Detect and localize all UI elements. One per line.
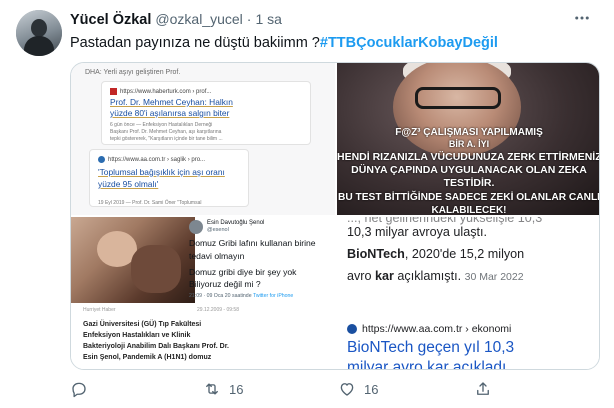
hashtag-link[interactable]: #TTBÇocuklarKobayDeğil: [320, 35, 498, 51]
display-name[interactable]: Yücel Özkal: [70, 12, 151, 28]
news-text-line: ..., net gelirlerindeki yükselişle 10,3: [347, 217, 543, 225]
site-favicon-icon: [347, 324, 357, 335]
news-text-line: 10,3 milyar avroya ulaştı.: [347, 225, 487, 239]
poster-text: KALABILECEK!: [431, 205, 507, 215]
news-headline-link: BioNTech geçen yıl 10,3: [347, 339, 515, 356]
result-title-text: yüzde 80'i aşılanırsa salgın biter: [110, 108, 230, 118]
like-count: 16: [364, 381, 379, 397]
result-url-text: https://www.haberturk.com › prof...: [120, 89, 212, 96]
clipping-source: Hurriyet Haber: [83, 307, 116, 313]
search-result-card: https://www.haberturk.com › prof... Prof…: [101, 81, 311, 145]
result-snippet: Başkanı Prof. Dr. Mehmet Ceyhan, aşı kar…: [110, 129, 222, 135]
news-bold-text: kar: [375, 269, 394, 283]
embedded-meta-link: Twitter for iPhone: [252, 293, 294, 299]
news-bold-text: BioNTech: [347, 247, 405, 261]
news-text: , 2020'de 15,2 milyon: [404, 247, 525, 261]
embedded-tweet-line: Biliyoruz değil mi ?: [189, 279, 261, 289]
media-image-3[interactable]: Esin Davutoğlu Şenol @esenol Domuz Gribi…: [71, 217, 335, 369]
result-title-text: yüzde 95 olmalı': [98, 179, 159, 189]
avatar[interactable]: [16, 10, 62, 56]
clipping-date: 29.12.2009 - 09:58: [197, 307, 239, 313]
embedded-tweet: Esin Davutoğlu Şenol @esenol Domuz Gribi…: [175, 217, 335, 303]
poster-text: TESTİDİR.: [443, 177, 495, 189]
result-snippet: tepki göstererek, "Karşıtların içinde bi…: [110, 136, 223, 142]
embedded-meta: 21:09 · 09 Oca 20 saatinde Twitter for i…: [189, 293, 293, 299]
heart-icon: [340, 383, 354, 396]
retweet-button[interactable]: 16: [203, 378, 243, 400]
embedded-handle: @esenol: [207, 227, 229, 233]
poster-text: HENDİ RIZANIZLA VÜCUDUNUZA ZERK ETTİRMEN…: [337, 151, 600, 163]
reply-button[interactable]: [70, 378, 96, 400]
result-url: https://www.aa.com.tr › saglik › pro...: [98, 156, 205, 163]
like-button[interactable]: 16: [338, 378, 378, 400]
share-button[interactable]: [474, 378, 492, 400]
news-text: avro: [347, 269, 375, 283]
news-source-url: https://www.aa.com.tr › ekonomi: [362, 323, 512, 335]
embedded-display-name: Esin Davutoğlu Şenol: [207, 220, 265, 226]
tweet-actions: 16 16: [70, 378, 600, 400]
search-result-card: https://www.aa.com.tr › saglik › pro... …: [89, 149, 249, 207]
poster-glasses: [415, 87, 501, 109]
media-grid: DHA: Yerli aşıyı geliştiren Prof. https:…: [70, 62, 600, 370]
news-source: https://www.aa.com.tr › ekonomi: [347, 323, 511, 335]
media-image-2[interactable]: F@Z³ ÇALIŞMASI YAPILMAMIŞ BİR A. İYI HEN…: [337, 63, 600, 215]
embedded-tweet-line: tedavi olmayın: [189, 251, 245, 261]
news-text: açıklamıştı.: [393, 269, 462, 283]
clipping-line: Bakteriyoloji Anabilim Dalı Başkanı Prof…: [83, 343, 230, 350]
more-options-icon[interactable]: [570, 8, 594, 28]
poster-text: BİR A. İYI: [448, 139, 490, 149]
embedded-tweet-line: Domuz gribi diye bir şey yok: [189, 267, 297, 277]
result-url-text: https://www.aa.com.tr › saglik › pro...: [108, 157, 206, 164]
poster-text: BU TEST BİTTİĞİNDE SADECE ZEKİ OLANLAR C…: [337, 192, 600, 203]
image-caption: DHA: Yerli aşıyı geliştiren Prof.: [85, 69, 181, 76]
result-title-line: 'Toplumsal bağışıklık için aşı oranı: [98, 167, 225, 178]
retweet-icon: [206, 383, 218, 395]
separator-dot: ·: [246, 11, 252, 27]
tweet[interactable]: Yücel Özkal @ozkal_yucel · 1 sa Pastadan…: [0, 0, 614, 408]
tweet-text: Pastadan payınıza ne düştü bakiimm ?#TTB…: [70, 34, 498, 52]
share-icon: [477, 382, 489, 395]
reply-icon: [72, 382, 86, 398]
tweet-time[interactable]: 1 sa: [255, 11, 281, 27]
tweet-header: Yücel Özkal @ozkal_yucel · 1 sa: [70, 11, 282, 29]
tweet-text-body: Pastadan payınıza ne düştü bakiimm ?: [70, 35, 320, 51]
media-image-1[interactable]: DHA: Yerli aşıyı geliştiren Prof. https:…: [71, 63, 335, 215]
retweet-count: 16: [229, 381, 244, 397]
result-title-text: Prof. Dr. Mehmet Ceyhan: Halkın: [110, 97, 233, 107]
result-title-line: Prof. Dr. Mehmet Ceyhan: Halkın: [110, 97, 233, 108]
result-title-line: yüzde 95 olmalı': [98, 179, 158, 190]
clipping-line: Enfeksiyon Hastalıkları ve Klinik: [83, 332, 191, 339]
clipping-line: Esin Şenol, Pandemik A (H1N1) domuz: [83, 354, 212, 361]
result-title-line: yüzde 80'i aşılanırsa salgın biter: [110, 108, 229, 119]
media-image-4[interactable]: ..., net gelirlerindeki yükselişle 10,3 …: [337, 217, 599, 370]
poster-text: DÜNYA ÇAPINDA UYGULANACAK OLAN ZEKA: [351, 164, 587, 176]
result-snippet: 6 gün önce — Enfeksiyon Hastalıkları Der…: [110, 122, 213, 128]
poster-text: F@Z³ ÇALIŞMASI YAPILMAMIŞ: [395, 127, 543, 138]
site-favicon-icon: [98, 156, 105, 163]
news-text-line: avro kar açıklamıştı. 30 Mar 2022: [347, 269, 524, 283]
news-headline-link: milyar avro kar açıkladı: [347, 359, 507, 370]
news-date: 30 Mar 2022: [464, 271, 524, 283]
embedded-avatar: [189, 220, 203, 234]
site-favicon-icon: [110, 88, 117, 95]
news-text-line: BioNTech, 2020'de 15,2 milyon: [347, 247, 524, 261]
result-title-text: 'Toplumsal bağışıklık için aşı oranı: [98, 167, 225, 177]
embedded-tweet-line: Domuz Gribi lafını kullanan birine: [189, 238, 316, 248]
result-snippet: 19 Eyl 2019 — Prof. Dr. Sami Öner "Toplu…: [98, 200, 202, 206]
embedded-meta-text: 21:09 · 09 Oca 20 saatinde: [189, 293, 252, 299]
user-handle[interactable]: @ozkal_yucel: [155, 11, 242, 27]
result-url: https://www.haberturk.com › prof...: [110, 88, 211, 95]
clipping-line: Gazi Üniversitesi (GÜ) Tıp Fakültesi: [83, 321, 202, 328]
